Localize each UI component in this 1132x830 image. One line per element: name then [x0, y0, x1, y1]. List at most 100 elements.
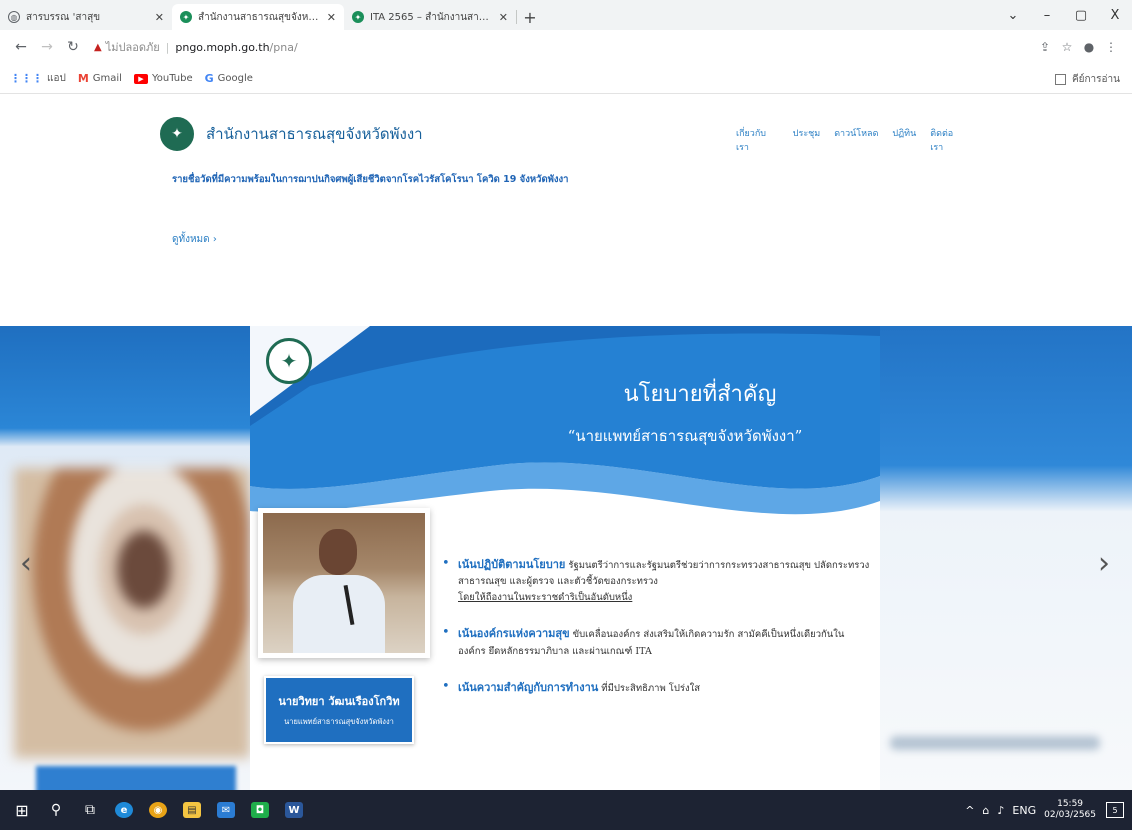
- director-role: นายแพทย์สาธารณสุขจังหวัดพังงา: [284, 717, 394, 726]
- line-icon[interactable]: ◘: [244, 794, 276, 826]
- reading-list-icon: [1054, 74, 1066, 85]
- close-window-button[interactable]: X: [1098, 8, 1132, 23]
- current-slide: ✦ นโยบายที่สำคัญ “นายแพทย์สาธารณสุขจังหว…: [250, 326, 880, 790]
- search-icon[interactable]: ⚲: [40, 794, 72, 826]
- director-photo: [258, 508, 430, 658]
- policy-slider: ✦ นโยบายที่สำคัญ “นายแพทย์สาธารณสุขจังหว…: [0, 326, 1132, 790]
- close-tab-icon[interactable]: ✕: [327, 11, 336, 24]
- director-name-card: นายวิทยา วัฒนเรืองโกวิท นายแพทย์สาธารณสุ…: [264, 676, 414, 744]
- bookmark-label: Gmail: [92, 73, 122, 84]
- tab-pngo[interactable]: ✦ สำนักงานสาธารณสุขจังหวัดพังงา ✕: [172, 4, 344, 30]
- new-tab-button[interactable]: +: [517, 4, 543, 30]
- policy-highlight: เน้นองค์กรแห่งความสุข: [458, 627, 570, 641]
- gmail-icon: M: [77, 72, 89, 85]
- reading-list-button[interactable]: คีย์การอ่าน: [1054, 72, 1120, 87]
- file-explorer-icon[interactable]: ▤: [176, 794, 208, 826]
- tab-title: สำนักงานสาธารณสุขจังหวัดพังงา: [198, 11, 321, 23]
- policy-list: • เน้นปฏิบัติตามนโยบาย รัฐมนตรีว่าการและ…: [440, 556, 870, 717]
- tab-search-chevron-icon[interactable]: ⌄: [996, 8, 1030, 23]
- photo-image: [263, 513, 425, 653]
- policy-item: • เน้นปฏิบัติตามนโยบาย รัฐมนตรีว่าการและ…: [440, 556, 870, 605]
- maximize-button[interactable]: ▢: [1064, 8, 1098, 23]
- url-input[interactable]: ▲ ไม่ปลอดภัย | pngo.moph.go.th /pna/: [88, 35, 1034, 59]
- word-icon[interactable]: W: [278, 794, 310, 826]
- moph-icon: ✦: [352, 11, 364, 23]
- lang-indicator[interactable]: ENG: [1012, 804, 1036, 817]
- next-slide-arrow-icon[interactable]: ›: [1098, 546, 1110, 581]
- moph-logo-icon[interactable]: ✦: [160, 117, 194, 151]
- forward-icon[interactable]: →: [36, 39, 58, 55]
- globe-icon: ◍: [8, 11, 20, 23]
- tab-sarabun[interactable]: ◍ สารบรรณ 'สาสุข ✕: [0, 4, 172, 30]
- volume-icon[interactable]: ♪: [997, 804, 1004, 817]
- network-icon[interactable]: ⌂: [982, 804, 989, 817]
- window-controls: ⌄ – ▢ X: [996, 0, 1132, 30]
- warning-icon: ▲: [94, 41, 102, 53]
- menu-dots-icon[interactable]: ⋮: [1100, 40, 1122, 54]
- policy-highlight: เน้นปฏิบัติตามนโยบาย: [458, 558, 566, 571]
- policy-underlined: โดยให้ถืองานในพระราชดำริเป็นอันดับหนึ่ง: [458, 591, 633, 603]
- close-tab-icon[interactable]: ✕: [155, 11, 164, 24]
- reload-icon[interactable]: ↻: [62, 39, 84, 55]
- policy-item: • เน้นองค์กรแห่งความสุข ขับเคลื่อนองค์กร…: [440, 625, 870, 659]
- nav-item-download[interactable]: ดาวน์โหลด: [834, 126, 878, 154]
- slide-subtitle: “นายแพทย์สาธารณสุขจังหวัดพังงา”: [567, 427, 803, 445]
- close-tab-icon[interactable]: ✕: [499, 11, 508, 24]
- next-slide-preview: [880, 326, 1132, 790]
- task-view-icon[interactable]: ⧉: [74, 794, 106, 826]
- nav-item-contact[interactable]: ติดต่อเรา: [930, 126, 966, 154]
- blurred-bar: [36, 766, 236, 790]
- tab-ita[interactable]: ✦ ITA 2565 – สำนักงานสาธารณสุขจัง ✕: [344, 4, 516, 30]
- bookmark-google[interactable]: G Google: [205, 72, 253, 85]
- reading-list-label: คีย์การอ่าน: [1071, 74, 1120, 85]
- share-icon[interactable]: ⇪: [1034, 40, 1056, 54]
- prev-slide-arrow-icon[interactable]: ‹: [20, 546, 32, 581]
- site-title[interactable]: สำนักงานสาธารณสุขจังหวัดพังงา: [206, 122, 423, 146]
- edge-icon[interactable]: e: [108, 794, 140, 826]
- nav-item-about[interactable]: เกี่ยวกับเรา: [736, 126, 779, 154]
- bookmark-label: YouTube: [151, 73, 193, 84]
- nav-item-meeting[interactable]: ประชุม: [793, 126, 820, 154]
- windows-taskbar: ⊞ ⚲ ⧉ e ◉ ▤ ✉ ◘ W ^ ⌂ ♪ ENG 15:59 02/03/…: [0, 790, 1132, 830]
- chrome-icon[interactable]: ◉: [142, 794, 174, 826]
- address-bar-actions: ⇪ ☆ ● ⋮: [1034, 40, 1122, 54]
- bookmarks-bar: ⋮⋮⋮ แอป M Gmail ▶ YouTube G Google คีย์ก…: [0, 64, 1132, 94]
- apps-icon: ⋮⋮⋮: [10, 72, 43, 85]
- site-nav: เกี่ยวกับเรา ประชุม ดาวน์โหลด ปฏิทิน ติด…: [736, 126, 980, 154]
- profile-icon[interactable]: ●: [1078, 40, 1100, 54]
- director-name: นายวิทยา วัฒนเรืองโกวิท: [278, 695, 400, 708]
- url-path: /pna/: [269, 40, 298, 54]
- tray-chevron-icon[interactable]: ^: [965, 804, 974, 817]
- url-divider: |: [165, 40, 170, 54]
- back-icon[interactable]: ←: [10, 39, 32, 55]
- notice-link[interactable]: รายชื่อวัดที่มีความพร้อมในการฌาปนกิจศพผู…: [172, 172, 569, 187]
- moph-slide-logo-icon: ✦: [266, 338, 312, 384]
- bookmark-star-icon[interactable]: ☆: [1056, 40, 1078, 54]
- minimize-button[interactable]: –: [1030, 8, 1064, 23]
- address-bar: ← → ↻ ▲ ไม่ปลอดภัย | pngo.moph.go.th /pn…: [0, 30, 1132, 64]
- bullet-icon: •: [442, 679, 450, 695]
- blurred-photo: [14, 468, 250, 758]
- nav-item-calendar[interactable]: ปฏิทิน: [892, 126, 916, 154]
- notification-icon[interactable]: 5: [1106, 802, 1124, 818]
- bookmark-youtube[interactable]: ▶ YouTube: [133, 73, 193, 84]
- bookmark-apps[interactable]: ⋮⋮⋮ แอป: [10, 71, 66, 86]
- view-all-link[interactable]: ดูทั้งหมด ›: [172, 232, 217, 247]
- site-header: ✦ สำนักงานสาธารณสุขจังหวัดพังงา เกี่ยวกั…: [160, 114, 980, 154]
- start-icon[interactable]: ⊞: [6, 794, 38, 826]
- policy-text: ที่มีประสิทธิภาพ โปร่งใส: [598, 683, 701, 695]
- system-tray: ^ ⌂ ♪ ENG 15:59 02/03/2565 5: [965, 790, 1124, 830]
- bullet-icon: •: [442, 625, 450, 641]
- clock[interactable]: 15:59 02/03/2565: [1044, 799, 1096, 822]
- policy-highlight: เน้นความสำคัญกับการทำงาน: [458, 681, 599, 695]
- policy-item: • เน้นความสำคัญกับการทำงาน ที่มีประสิทธิ…: [440, 679, 870, 697]
- screen: ◍ สารบรรณ 'สาสุข ✕ ✦ สำนักงานสาธารณสุขจั…: [0, 0, 1132, 830]
- tab-title: สารบรรณ 'สาสุข: [26, 11, 101, 23]
- bookmark-gmail[interactable]: M Gmail: [78, 72, 122, 85]
- mail-icon[interactable]: ✉: [210, 794, 242, 826]
- url-host: pngo.moph.go.th: [175, 40, 270, 54]
- clock-time: 15:59: [1057, 798, 1084, 809]
- photo-head-shape: [319, 529, 357, 575]
- moph-icon: ✦: [180, 11, 192, 23]
- photo-shirt-shape: [293, 575, 385, 653]
